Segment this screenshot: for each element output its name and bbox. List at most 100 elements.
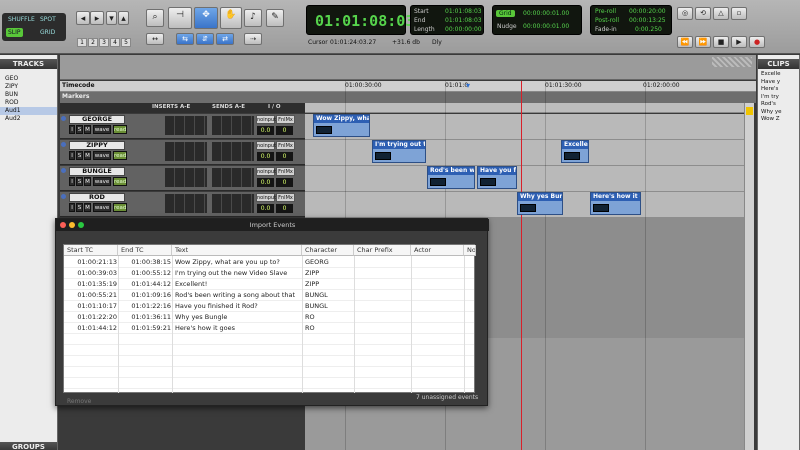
playhead-line[interactable] — [521, 81, 522, 450]
col-header-start-tc[interactable]: Start TC — [64, 245, 118, 256]
input-selector[interactable]: noinput — [256, 193, 276, 202]
minimize-window-icon[interactable] — [69, 222, 75, 228]
remove-button[interactable]: Remove — [67, 398, 91, 405]
track-lane[interactable] — [305, 114, 751, 140]
tracks-list-item[interactable]: GEO — [0, 75, 57, 83]
solo-button[interactable]: S — [76, 151, 83, 160]
solo-button[interactable]: S — [76, 203, 83, 212]
mode-slip[interactable]: SLIP — [6, 28, 23, 37]
tracks-list-item[interactable]: BUN — [0, 91, 57, 99]
stop-icon[interactable]: ■ — [713, 36, 729, 48]
fadein-value[interactable]: 0:00.250 — [635, 26, 662, 34]
metronome-icon[interactable]: △ — [713, 7, 729, 20]
automation-mode-selector[interactable]: read — [113, 151, 127, 160]
input-monitor-button[interactable]: I — [69, 203, 75, 212]
record-arm-icon[interactable] — [61, 142, 66, 147]
tab-to-transient-icon[interactable]: ↔ — [146, 33, 164, 45]
fast-forward-icon[interactable]: ⏩ — [695, 36, 711, 48]
clip-excellent[interactable]: Excellent — [561, 140, 589, 163]
tracks-list-item[interactable]: ROD — [0, 99, 57, 107]
zoom-toggle-icon[interactable]: ▾ — [106, 11, 117, 25]
zoom-window-icon[interactable] — [78, 222, 84, 228]
loop-icon[interactable]: ⟲ — [695, 7, 711, 20]
record-arm-icon[interactable] — [61, 194, 66, 199]
track-name[interactable]: ZIPPY — [69, 141, 125, 150]
main-counter-display[interactable]: 01:01:08:03 — [306, 5, 414, 35]
automation-mode-selector[interactable]: read — [113, 177, 127, 186]
link-timeline-icon[interactable]: ⇆ — [176, 33, 194, 45]
track-view-selector[interactable]: wave — [93, 177, 111, 186]
track-name[interactable]: BUNGLE — [69, 167, 125, 176]
mute-button[interactable]: M — [84, 203, 91, 212]
mode-shuffle[interactable]: SHUFFLE — [6, 15, 37, 24]
clips-list-item[interactable]: Here's — [758, 86, 799, 94]
zoom-preset-5[interactable]: 5 — [121, 38, 131, 47]
postroll-label[interactable]: Post-roll — [595, 17, 619, 25]
online-icon[interactable]: ◎ — [677, 7, 693, 20]
volume-value[interactable]: 0.0 — [257, 204, 274, 213]
zoomer-tool-icon[interactable]: ⌕ — [146, 9, 164, 27]
insertion-follows-icon[interactable]: ⇢ — [244, 33, 262, 45]
send-slots[interactable] — [212, 168, 254, 187]
markers-ruler[interactable]: Markers — [60, 92, 756, 103]
end-value[interactable]: 01:01:08:03 — [445, 17, 482, 25]
automation-mode-selector[interactable]: read — [113, 125, 127, 134]
clips-list-item[interactable]: Have y — [758, 79, 799, 87]
table-row[interactable] — [64, 378, 474, 389]
length-value[interactable]: 00:00:00:00 — [445, 26, 482, 34]
input-selector[interactable]: noinput — [256, 167, 276, 176]
tracks-list-item[interactable]: Aud1 — [0, 107, 57, 115]
send-slots[interactable] — [212, 116, 254, 135]
table-row[interactable]: 01:01:35:19 01:01:44:12 Excellent! ZIPP — [64, 279, 474, 290]
insert-slots[interactable] — [165, 142, 207, 161]
selection-start-icon[interactable]: ▾ — [466, 81, 470, 90]
send-slots[interactable] — [212, 142, 254, 161]
pan-value[interactable]: 0 — [276, 152, 293, 161]
track-lane[interactable] — [305, 166, 751, 192]
volume-value[interactable]: 0.0 — [257, 152, 274, 161]
clips-list-item[interactable]: Why ye — [758, 109, 799, 117]
track-name[interactable]: ROD — [69, 193, 125, 202]
dly-label[interactable]: Dly — [432, 39, 442, 47]
record-arm-icon[interactable] — [61, 168, 66, 173]
close-window-icon[interactable] — [60, 222, 66, 228]
input-monitor-button[interactable]: I — [69, 177, 75, 186]
tracks-list-item[interactable]: ZIPY — [0, 83, 57, 91]
timecode-ruler[interactable]: Timecode 01:00:30:00 01:01:0 01:01:30:00… — [60, 81, 756, 92]
solo-button[interactable]: S — [76, 177, 83, 186]
table-row[interactable]: 01:00:39:03 01:00:55:12 I'm trying out the… — [64, 268, 474, 279]
record-icon[interactable]: ● — [749, 36, 765, 48]
input-selector[interactable]: noinput — [256, 115, 276, 124]
pan-value[interactable]: 0 — [276, 126, 293, 135]
pan-value[interactable]: 0 — [276, 204, 293, 213]
postroll-value[interactable]: 00:00:13:25 — [629, 17, 666, 25]
dialog-titlebar[interactable]: Import Events — [56, 219, 489, 231]
scrubber-tool-icon[interactable]: ♪ — [244, 9, 262, 27]
mode-grid[interactable]: GRID — [38, 28, 57, 37]
mirror-midi-icon[interactable]: ⇄ — [216, 33, 234, 45]
clip-heres-how[interactable]: Here's how it goe — [590, 192, 641, 215]
clips-list-item[interactable]: Rod's — [758, 101, 799, 109]
track-row[interactable]: ZIPPY I S Mwave read noinput FnlMx 0.0 0 — [60, 140, 305, 165]
preroll-label[interactable]: Pre-roll — [595, 8, 616, 16]
output-selector[interactable]: FnlMx — [276, 115, 295, 124]
track-view-selector[interactable]: wave — [93, 125, 111, 134]
count-off-icon[interactable]: ▫ — [731, 7, 747, 20]
record-arm-icon[interactable] — [61, 116, 66, 121]
zoom-preset-1[interactable]: 1 — [77, 38, 87, 47]
insert-slots[interactable] — [165, 168, 207, 187]
mute-button[interactable]: M — [84, 125, 91, 134]
zoom-preset-4[interactable]: 4 — [110, 38, 120, 47]
zoom-out-h-icon[interactable]: ◂ — [76, 11, 90, 25]
send-slots[interactable] — [212, 194, 254, 213]
pan-value[interactable]: 0 — [276, 178, 293, 187]
clips-list-item[interactable]: Wow Z — [758, 116, 799, 124]
track-view-selector[interactable]: wave — [93, 203, 111, 212]
vertical-scrollbar[interactable] — [744, 103, 754, 450]
input-monitor-button[interactable]: I — [69, 151, 75, 160]
mute-button[interactable]: M — [84, 177, 91, 186]
mute-button[interactable]: M — [84, 151, 91, 160]
tracks-list-item[interactable]: Aud2 — [0, 115, 57, 123]
input-monitor-button[interactable]: I — [69, 125, 75, 134]
track-view-selector[interactable]: wave — [93, 151, 111, 160]
